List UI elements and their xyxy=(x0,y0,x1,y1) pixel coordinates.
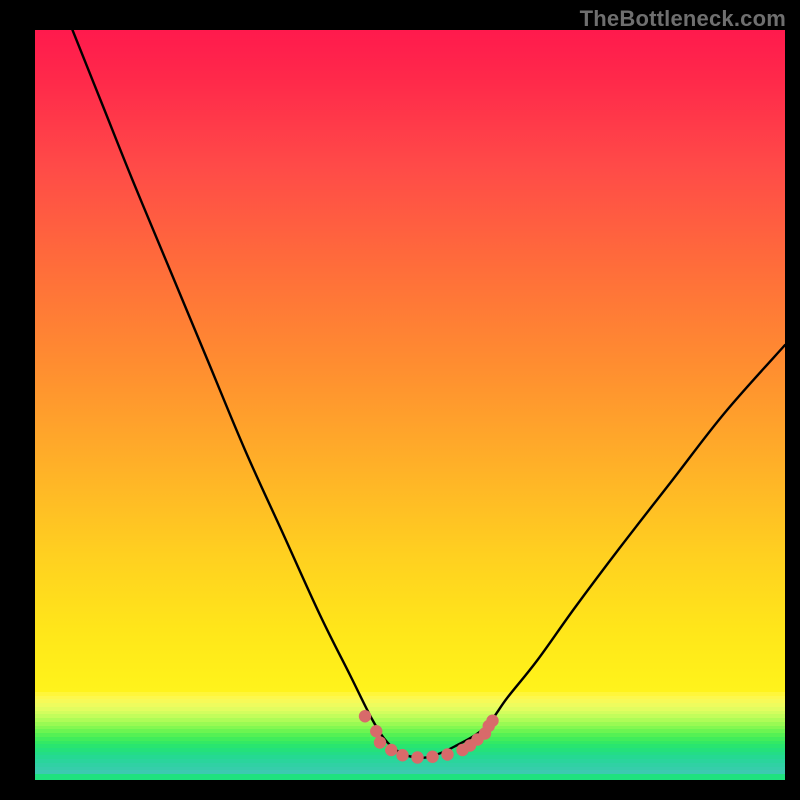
marker-dot xyxy=(411,751,423,763)
marker-dot xyxy=(426,751,438,763)
chart-stage: TheBottleneck.com xyxy=(0,0,800,800)
highlight-markers xyxy=(359,710,499,764)
marker-dot xyxy=(486,715,498,727)
bottleneck-curve xyxy=(73,30,786,758)
watermark-text: TheBottleneck.com xyxy=(580,6,786,32)
marker-dot xyxy=(385,744,397,756)
marker-dot xyxy=(396,749,408,761)
marker-dot xyxy=(441,748,453,760)
curve-layer xyxy=(35,30,785,780)
marker-dot xyxy=(359,710,371,722)
marker-dot xyxy=(370,725,382,737)
marker-dot xyxy=(374,736,386,748)
plot-area xyxy=(35,30,785,780)
